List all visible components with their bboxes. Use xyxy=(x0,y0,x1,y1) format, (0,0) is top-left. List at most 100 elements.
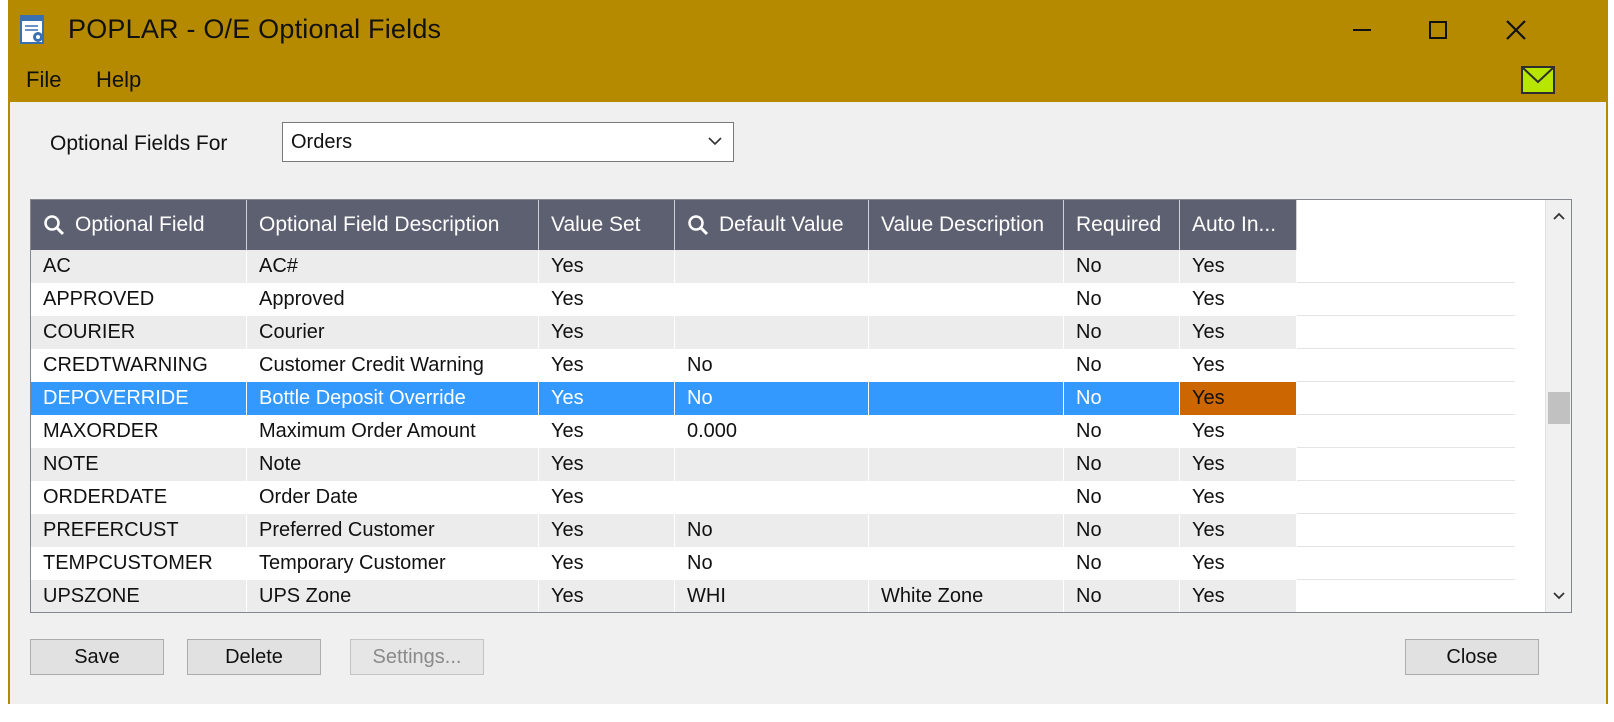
table-cell[interactable] xyxy=(869,316,1064,349)
column-header-value-description[interactable]: Value Description xyxy=(869,200,1064,250)
table-cell[interactable]: No xyxy=(1064,316,1180,349)
scroll-up-button[interactable] xyxy=(1546,200,1571,232)
table-cell[interactable]: Yes xyxy=(1180,547,1297,580)
table-cell[interactable]: Yes xyxy=(1180,349,1297,382)
table-cell[interactable]: No xyxy=(1064,580,1180,612)
table-cell[interactable]: Preferred Customer xyxy=(247,514,539,547)
table-cell[interactable]: TEMPCUSTOMER xyxy=(31,547,247,580)
table-cell[interactable]: COURIER xyxy=(31,316,247,349)
table-cell[interactable]: No xyxy=(675,349,869,382)
table-cell[interactable] xyxy=(869,382,1064,415)
table-cell[interactable]: Yes xyxy=(539,250,675,283)
column-header-optional-field[interactable]: Optional Field xyxy=(31,200,247,250)
table-cell[interactable]: ORDERDATE xyxy=(31,481,247,514)
table-cell[interactable]: UPSZONE xyxy=(31,580,247,612)
table-cell[interactable]: Customer Credit Warning xyxy=(247,349,539,382)
menu-help[interactable]: Help xyxy=(96,67,141,93)
scroll-down-button[interactable] xyxy=(1546,580,1571,612)
table-cell[interactable]: Yes xyxy=(539,316,675,349)
table-cell[interactable]: No xyxy=(675,547,869,580)
table-row[interactable]: AC AC# Yes No Yes xyxy=(31,250,1515,283)
vertical-scrollbar[interactable] xyxy=(1545,200,1571,612)
table-cell[interactable]: Temporary Customer xyxy=(247,547,539,580)
table-cell[interactable]: Note xyxy=(247,448,539,481)
table-cell[interactable]: Yes xyxy=(1180,514,1297,547)
table-cell[interactable]: No xyxy=(675,382,869,415)
table-cell[interactable]: MAXORDER xyxy=(31,415,247,448)
table-row[interactable]: COURIER Courier Yes No Yes xyxy=(31,316,1515,349)
table-cell[interactable]: Approved xyxy=(247,283,539,316)
table-cell[interactable] xyxy=(675,316,869,349)
table-cell[interactable]: No xyxy=(675,514,869,547)
optional-fields-grid[interactable]: Optional Field Optional Field Descriptio… xyxy=(30,199,1572,613)
scroll-thumb[interactable] xyxy=(1548,392,1570,424)
table-cell[interactable]: WHI xyxy=(675,580,869,612)
table-cell[interactable]: No xyxy=(1064,547,1180,580)
table-cell[interactable]: Yes xyxy=(539,580,675,612)
table-cell[interactable]: Yes xyxy=(539,514,675,547)
table-cell[interactable]: NOTE xyxy=(31,448,247,481)
menu-file[interactable]: File xyxy=(26,67,61,93)
table-cell[interactable]: No xyxy=(1064,514,1180,547)
table-cell[interactable] xyxy=(675,448,869,481)
column-header-required[interactable]: Required xyxy=(1064,200,1180,250)
table-cell[interactable]: No xyxy=(1064,250,1180,283)
table-cell[interactable] xyxy=(675,481,869,514)
table-row[interactable]: NOTE Note Yes No Yes xyxy=(31,448,1515,481)
table-row[interactable]: APPROVED Approved Yes No Yes xyxy=(31,283,1515,316)
column-header-default-value[interactable]: Default Value xyxy=(675,200,869,250)
table-cell[interactable]: Bottle Deposit Override xyxy=(247,382,539,415)
table-row[interactable]: DEPOVERRIDE Bottle Deposit Override Yes No N… xyxy=(31,382,1515,415)
table-cell[interactable] xyxy=(675,250,869,283)
settings-button[interactable]: Settings... xyxy=(350,639,484,675)
table-cell[interactable]: No xyxy=(1064,448,1180,481)
column-header-value-set[interactable]: Value Set xyxy=(539,200,675,250)
table-cell[interactable]: White Zone xyxy=(869,580,1064,612)
table-cell[interactable] xyxy=(869,283,1064,316)
table-cell[interactable]: Maximum Order Amount xyxy=(247,415,539,448)
optional-fields-for-select[interactable]: Orders xyxy=(282,122,734,162)
table-cell[interactable]: Yes xyxy=(539,382,675,415)
table-cell[interactable]: Courier xyxy=(247,316,539,349)
minimize-button[interactable] xyxy=(1332,8,1392,52)
table-cell[interactable]: Yes xyxy=(539,547,675,580)
table-cell[interactable] xyxy=(869,349,1064,382)
close-button[interactable]: Close xyxy=(1405,639,1539,675)
table-row[interactable]: CREDTWARNING Customer Credit Warning Yes No… xyxy=(31,349,1515,382)
table-cell[interactable]: CREDTWARNING xyxy=(31,349,247,382)
table-cell[interactable]: Yes xyxy=(1180,250,1297,283)
table-cell[interactable]: Yes xyxy=(539,283,675,316)
table-cell[interactable]: Yes xyxy=(1180,283,1297,316)
title-bar[interactable]: POPLAR - O/E Optional Fields xyxy=(8,0,1608,62)
table-cell[interactable]: AC# xyxy=(247,250,539,283)
table-cell[interactable]: No xyxy=(1064,415,1180,448)
table-cell[interactable]: No xyxy=(1064,382,1180,415)
maximize-button[interactable] xyxy=(1408,8,1468,52)
table-cell[interactable]: Yes xyxy=(1180,382,1297,415)
table-cell[interactable]: Yes xyxy=(539,481,675,514)
table-cell[interactable]: No xyxy=(1064,349,1180,382)
table-cell[interactable]: UPS Zone xyxy=(247,580,539,612)
column-header-description[interactable]: Optional Field Description xyxy=(247,200,539,250)
search-icon[interactable] xyxy=(687,214,709,236)
table-row[interactable]: ORDERDATE Order Date Yes No Yes xyxy=(31,481,1515,514)
table-cell[interactable]: Yes xyxy=(1180,316,1297,349)
search-icon[interactable] xyxy=(43,214,65,236)
table-cell[interactable]: No xyxy=(1064,481,1180,514)
table-cell[interactable]: APPROVED xyxy=(31,283,247,316)
table-cell[interactable]: Order Date xyxy=(247,481,539,514)
table-cell[interactable]: PREFERCUST xyxy=(31,514,247,547)
mail-icon[interactable] xyxy=(1521,66,1555,94)
table-cell[interactable]: Yes xyxy=(539,448,675,481)
table-row[interactable]: TEMPCUSTOMER Temporary Customer Yes No No Yes xyxy=(31,547,1515,580)
table-cell[interactable] xyxy=(869,481,1064,514)
table-cell[interactable]: Yes xyxy=(539,415,675,448)
table-cell[interactable] xyxy=(675,283,869,316)
table-cell[interactable]: DEPOVERRIDE xyxy=(31,382,247,415)
table-cell[interactable]: 0.000 xyxy=(675,415,869,448)
table-cell[interactable]: Yes xyxy=(539,349,675,382)
delete-button[interactable]: Delete xyxy=(187,639,321,675)
table-cell[interactable] xyxy=(869,547,1064,580)
table-cell[interactable]: AC xyxy=(31,250,247,283)
table-cell[interactable] xyxy=(869,514,1064,547)
